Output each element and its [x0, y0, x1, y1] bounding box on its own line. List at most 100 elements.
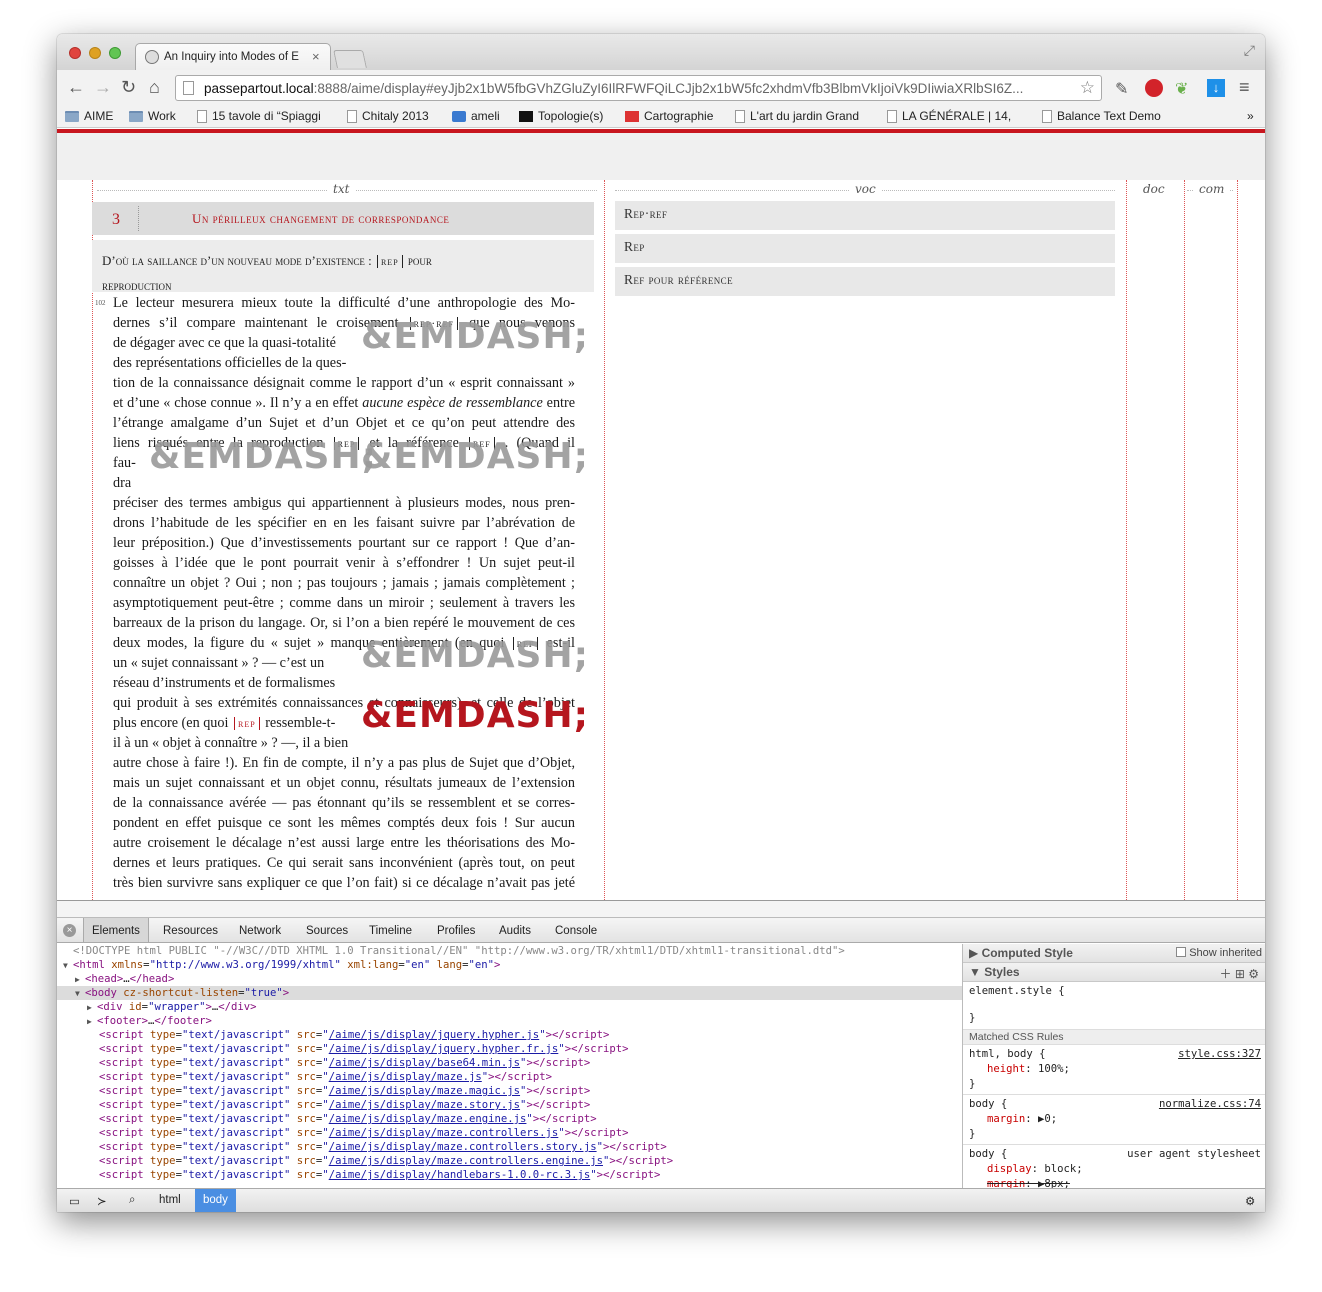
text-line: pondent en effet puisque ce sont les mêm…: [113, 815, 575, 831]
bookmark-cartographie[interactable]: Cartographie: [625, 109, 713, 123]
voc-item-ref[interactable]: Ref pour référence: [615, 267, 1115, 296]
column-divider: [1126, 180, 1127, 900]
fullscreen-icon[interactable]: ⤢: [1244, 42, 1255, 59]
text-line: barreaux de la prison du langage. Or, si…: [113, 615, 575, 631]
bookmark-balance-text[interactable]: Balance Text Demo: [1042, 109, 1161, 123]
dom-node-script[interactable]: <script type="text/javascript" src="/aim…: [57, 1140, 962, 1154]
bookmark-la-generale[interactable]: LA GÉNÉRALE | 14, a: [887, 109, 1014, 123]
browser-tab[interactable]: An Inquiry into Modes of E ×: [135, 43, 331, 70]
bookmark-15-tavole[interactable]: 15 tavole di “Spiaggi: [197, 109, 324, 123]
dom-node-head[interactable]: ▶ <head>…</head>: [57, 972, 962, 986]
breadcrumb-body[interactable]: body: [195, 1189, 236, 1212]
css-source-link[interactable]: style.css:327: [1178, 1047, 1261, 1062]
column-header-com[interactable]: com: [1193, 182, 1231, 196]
show-inherited-checkbox[interactable]: [1176, 947, 1187, 957]
close-devtools-icon[interactable]: ×: [63, 924, 76, 937]
bookmark-star-icon[interactable]: ☆: [1080, 78, 1095, 98]
column-header-voc[interactable]: voc: [849, 182, 882, 196]
reload-icon[interactable]: ↻: [121, 77, 136, 98]
close-window-button[interactable]: [69, 47, 81, 59]
text-line: Le lecteur mesurera mieux toute la diffi…: [113, 295, 575, 311]
address-bar[interactable]: passepartout.local:8888/aime/display#eyJ…: [175, 75, 1102, 101]
dom-node-script[interactable]: <script type="text/javascript" src="/aim…: [57, 1070, 962, 1084]
chapter-heading[interactable]: 3 Un périlleux changement de corresponda…: [92, 202, 594, 235]
console-drawer-icon[interactable]: ≻: [89, 1189, 115, 1212]
leaf-icon[interactable]: ❦: [1175, 79, 1193, 98]
page-icon: [887, 109, 897, 123]
adblock-icon[interactable]: [1145, 79, 1163, 97]
forward-icon[interactable]: →: [94, 77, 112, 98]
close-tab-icon[interactable]: ×: [312, 49, 320, 64]
paragraph-number: 102: [95, 299, 106, 307]
bookmark-aime[interactable]: AIME: [65, 109, 113, 123]
text-line: mais un sujet connaissant et un objet co…: [113, 775, 575, 791]
dom-doctype[interactable]: <!DOCTYPE html PUBLIC "-//W3C//DTD XHTML…: [57, 944, 962, 958]
css-rule[interactable]: body { normalize.css:74 margin: ▶0; }: [963, 1095, 1265, 1145]
css-rule[interactable]: body { user agent stylesheet display: bl…: [963, 1145, 1265, 1188]
tab-audits[interactable]: Audits: [499, 925, 531, 937]
section-subtitle[interactable]: D’où la saillance d’un nouveau mode d’ex…: [92, 240, 594, 293]
settings-gear-icon[interactable]: ⚙: [1237, 1189, 1263, 1212]
more-bookmarks-icon[interactable]: »: [1247, 109, 1254, 123]
dom-node-script[interactable]: <script type="text/javascript" src="/aim…: [57, 1112, 962, 1126]
new-tab-button[interactable]: [333, 50, 367, 68]
dom-node-wrapper[interactable]: ▶ <div id="wrapper">…</div>: [57, 1000, 962, 1014]
eyedropper-icon[interactable]: ✎: [1115, 79, 1133, 98]
rep-tag[interactable]: rep: [376, 255, 403, 268]
dom-node-script[interactable]: <script type="text/javascript" src="/aim…: [57, 1042, 962, 1056]
dock-icon[interactable]: ▭: [61, 1189, 88, 1212]
text-line: autre croisement le décalage n’est aussi…: [113, 835, 575, 851]
dom-node-script[interactable]: <script type="text/javascript" src="/aim…: [57, 1028, 962, 1042]
column-header-txt[interactable]: txt: [327, 182, 356, 196]
element-style-rule[interactable]: element.style {}: [963, 982, 1265, 1030]
devtools-resize-handle[interactable]: [57, 900, 1265, 918]
computed-style-header[interactable]: ▶ Computed Style Show inherited: [963, 944, 1265, 963]
css-source-link[interactable]: normalize.css:74: [1159, 1097, 1261, 1112]
styles-toolbar-icons[interactable]: ＋ ⊞ ⚙: [1220, 965, 1259, 982]
dom-node-script[interactable]: <script type="text/javascript" src="/aim…: [57, 1056, 962, 1070]
tab-sources[interactable]: Sources: [306, 925, 348, 937]
dom-node-script[interactable]: <script type="text/javascript" src="/aim…: [57, 1098, 962, 1112]
zoom-window-button[interactable]: [109, 47, 121, 59]
dom-node-body[interactable]: ▼ <body cz-shortcut-listen="true">: [57, 986, 962, 1000]
slash-icon: [519, 110, 533, 122]
bookmark-art-du-jardin[interactable]: L'art du jardin Grand: [735, 109, 862, 123]
dom-node-script[interactable]: <script type="text/javascript" src="/aim…: [57, 1084, 962, 1098]
breadcrumb-html[interactable]: html: [151, 1189, 189, 1212]
dom-node-script[interactable]: <script type="text/javascript" src="/aim…: [57, 1168, 962, 1182]
mode-tag[interactable]: rep: [233, 717, 260, 730]
search-icon[interactable]: ⌕: [121, 1189, 143, 1212]
page-icon: [197, 109, 207, 123]
matched-rules-header: Matched CSS Rules: [963, 1030, 1265, 1045]
voc-item-rep-ref[interactable]: Rep·ref: [615, 201, 1115, 230]
tab-network[interactable]: Network: [239, 925, 281, 937]
download-icon[interactable]: ↓: [1207, 79, 1225, 97]
body-text: Le lecteur mesurera mieux toute la diffi…: [113, 293, 575, 893]
minimize-window-button[interactable]: [89, 47, 101, 59]
bookmark-ameli[interactable]: ameli: [452, 109, 500, 123]
back-icon[interactable]: ←: [67, 77, 85, 98]
chapter-number: 3: [112, 211, 120, 228]
bookmark-chitaly[interactable]: Chitaly 2013: [347, 109, 429, 123]
dom-tree[interactable]: <!DOCTYPE html PUBLIC "-//W3C//DTD XHTML…: [57, 944, 962, 1188]
tab-elements[interactable]: Elements: [83, 918, 149, 942]
tab-resources[interactable]: Resources: [163, 925, 218, 937]
dom-node-script[interactable]: <script type="text/javascript" src="/aim…: [57, 1126, 962, 1140]
css-rule[interactable]: html, body { style.css:327 height: 100%;…: [963, 1045, 1265, 1095]
styles-header[interactable]: ▼ Styles ＋ ⊞ ⚙: [963, 963, 1265, 982]
voc-item-rep[interactable]: Rep: [615, 234, 1115, 263]
dom-node-script[interactable]: <script type="text/javascript" src="/aim…: [57, 1154, 962, 1168]
home-icon[interactable]: ⌂: [149, 77, 160, 98]
tab-console[interactable]: Console: [555, 925, 597, 937]
emdash-placeholder: &EMDASH;: [361, 316, 590, 357]
bookmark-topologies[interactable]: Topologie(s): [519, 109, 603, 123]
globe-icon: [145, 50, 159, 64]
menu-icon[interactable]: ≡: [1239, 77, 1250, 98]
dom-node-footer[interactable]: ▶ <footer>…</footer>: [57, 1014, 962, 1028]
tab-timeline[interactable]: Timeline: [369, 925, 412, 937]
url-text[interactable]: passepartout.local:8888/aime/display#eyJ…: [204, 81, 1064, 96]
tab-profiles[interactable]: Profiles: [437, 925, 475, 937]
bookmark-work[interactable]: Work: [129, 109, 176, 123]
dom-node-html[interactable]: ▼ <html xmlns="http://www.w3.org/1999/xht…: [57, 958, 962, 972]
column-header-doc[interactable]: doc: [1137, 182, 1171, 196]
